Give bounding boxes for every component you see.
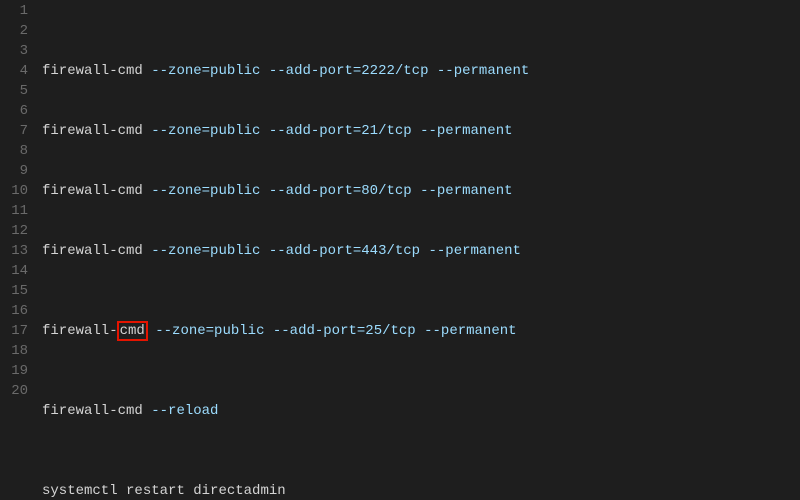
- flag-text: --reload: [151, 403, 218, 419]
- line-number: 6: [0, 101, 34, 121]
- line-number: 13: [0, 241, 34, 261]
- flag-text: --zone=public: [151, 123, 260, 139]
- cmd-text: firewall-cmd: [42, 243, 143, 259]
- code-line[interactable]: firewall-cmd --zone=public --add-port=22…: [42, 61, 800, 81]
- code-line[interactable]: firewall-cmd --zone=public --add-port=25…: [42, 321, 800, 341]
- flag-text: --permanent: [429, 243, 521, 259]
- flag-text: --zone=public: [151, 63, 260, 79]
- line-number: 17: [0, 321, 34, 341]
- line-number: 16: [0, 301, 34, 321]
- flag-text: --permanent: [424, 323, 516, 339]
- line-number: 3: [0, 41, 34, 61]
- code-editor[interactable]: 1 2 3 4 5 6 7 8 9 10 11 12 13 14 15 16 1…: [0, 0, 800, 500]
- flag-text: --add-port=21/tcp: [269, 123, 412, 139]
- flag-text: --add-port=80/tcp: [269, 183, 412, 199]
- line-number: 1: [0, 1, 34, 21]
- line-number: 14: [0, 261, 34, 281]
- line-number-gutter: 1 2 3 4 5 6 7 8 9 10 11 12 13 14 15 16 1…: [0, 0, 34, 500]
- flag-text: --add-port=25/tcp: [273, 323, 416, 339]
- line-number: 15: [0, 281, 34, 301]
- line-number: 9: [0, 161, 34, 181]
- line-number: 2: [0, 21, 34, 41]
- code-line[interactable]: firewall-cmd --zone=public --add-port=21…: [42, 121, 800, 141]
- line-number: 20: [0, 381, 34, 401]
- line-number: 8: [0, 141, 34, 161]
- code-line[interactable]: firewall-cmd --reload: [42, 401, 800, 421]
- code-area[interactable]: firewall-cmd --zone=public --add-port=22…: [34, 0, 800, 500]
- line-number: 19: [0, 361, 34, 381]
- code-line[interactable]: firewall-cmd --zone=public --add-port=44…: [42, 241, 800, 261]
- line-number: 12: [0, 221, 34, 241]
- search-highlight: cmd: [117, 321, 148, 341]
- flag-text: --permanent: [420, 123, 512, 139]
- cmd-text: firewall-cmd: [42, 123, 143, 139]
- line-number: 18: [0, 341, 34, 361]
- args-text: restart directadmin: [126, 483, 286, 499]
- line-number: 11: [0, 201, 34, 221]
- flag-text: --permanent: [420, 183, 512, 199]
- code-line[interactable]: systemctl restart directadmin: [42, 481, 800, 500]
- flag-text: --add-port=443/tcp: [269, 243, 420, 259]
- line-number: 7: [0, 121, 34, 141]
- flag-text: --add-port=2222/tcp: [269, 63, 429, 79]
- flag-text: --zone=public: [151, 183, 260, 199]
- cmd-text: firewall-cmd: [42, 183, 143, 199]
- cmd-text: systemctl: [42, 483, 118, 499]
- line-number: 10: [0, 181, 34, 201]
- flag-text: --permanent: [437, 63, 529, 79]
- cmd-text: firewall-: [42, 323, 118, 339]
- flag-text: --zone=public: [155, 323, 264, 339]
- flag-text: --zone=public: [151, 243, 260, 259]
- line-number: 4: [0, 61, 34, 81]
- code-line[interactable]: firewall-cmd --zone=public --add-port=80…: [42, 181, 800, 201]
- cmd-text: firewall-cmd: [42, 63, 143, 79]
- cmd-text: firewall-cmd: [42, 403, 143, 419]
- line-number: 5: [0, 81, 34, 101]
